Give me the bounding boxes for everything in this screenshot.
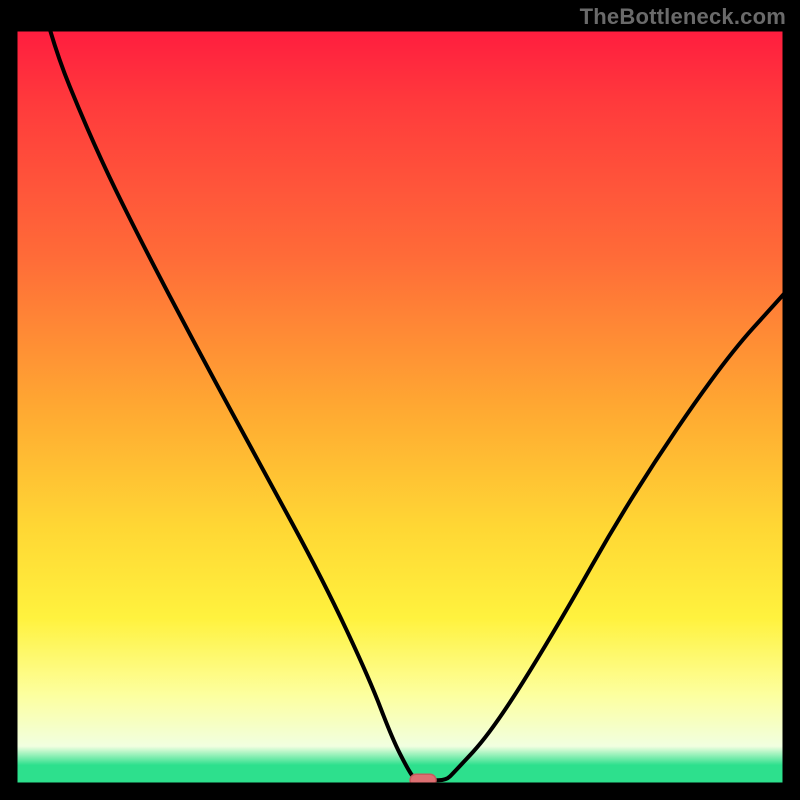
chart-frame: { "watermark": "TheBottleneck.com", "col… xyxy=(0,0,800,800)
gradient-plot-area xyxy=(16,30,784,784)
watermark-text: TheBottleneck.com xyxy=(580,4,786,30)
chart-svg xyxy=(0,0,800,800)
